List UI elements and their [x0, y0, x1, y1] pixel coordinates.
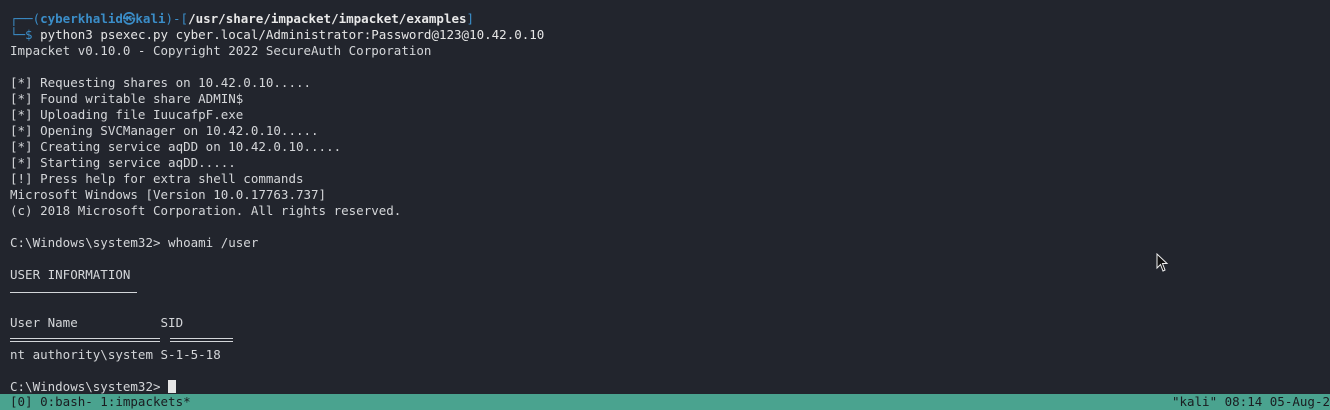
status-bar-clock: "kali" 08:14 05-Aug-2 — [1171, 394, 1330, 409]
column-underline-sid — [170, 338, 233, 342]
output-line: [!] Press help for extra shell commands — [10, 171, 304, 186]
tmux-status-bar: [0] 0:bash- 1:impackets* "kali" 08:14 05… — [0, 394, 1330, 410]
cmd-prompt-text: C:\Windows\system32> — [10, 379, 169, 394]
heading-underline — [10, 292, 137, 293]
output-line: [*] Opening SVCManager on 10.42.0.10....… — [10, 123, 319, 138]
impacket-banner: Impacket v0.10.0 - Copyright 2022 Secure… — [10, 43, 432, 58]
prompt-line-command: └─$ python3 psexec.py cyber.local/Admini… — [10, 27, 544, 43]
terminal-window[interactable]: ┌──(cyberkhalid㉿kali)-[/usr/share/impack… — [0, 0, 1330, 394]
output-line: [*] Starting service aqDD..... — [10, 155, 236, 170]
output-line: Microsoft Windows [Version 10.0.17763.73… — [10, 187, 327, 202]
cmd-prompt-current[interactable]: C:\Windows\system32> — [10, 379, 177, 394]
output-line: [*] Requesting shares on 10.42.0.10..... — [10, 75, 312, 90]
output-line: [*] Creating service aqDD on 10.42.0.10.… — [10, 139, 342, 154]
command-text: python3 psexec.py cyber.local/Administra… — [40, 27, 545, 42]
prompt-path: /usr/share/impacket/impacket/examples — [188, 11, 467, 26]
table-row: nt authority\system S-1-5-18 — [10, 347, 221, 362]
prompt-separator: )-[ — [165, 11, 189, 26]
prompt-close-bracket: ] — [466, 11, 475, 26]
text-cursor — [168, 380, 177, 393]
status-bar-windows[interactable]: [0] 0:bash- 1:impackets* — [10, 394, 191, 410]
i-beam-cursor-icon — [1156, 253, 1169, 272]
user-information-heading: USER INFORMATION — [10, 267, 131, 282]
output-line: [*] Found writable share ADMIN$ — [10, 91, 244, 106]
prompt-line-top: ┌──(cyberkhalid㉿kali)-[/usr/share/impack… — [10, 11, 474, 27]
table-header: User Name SID — [10, 315, 184, 330]
column-underline-user-name — [10, 338, 160, 342]
prompt-user-host: cyberkhalid㉿kali — [40, 11, 166, 26]
cmd-prompt-whoami: C:\Windows\system32> whoami /user — [10, 235, 259, 250]
output-line: (c) 2018 Microsoft Corporation. All righ… — [10, 203, 402, 218]
prompt-deco-top: ┌──( — [10, 11, 41, 26]
prompt-deco-bottom: └─$ — [10, 27, 41, 42]
output-line: [*] Uploading file IuucafpF.exe — [10, 107, 244, 122]
